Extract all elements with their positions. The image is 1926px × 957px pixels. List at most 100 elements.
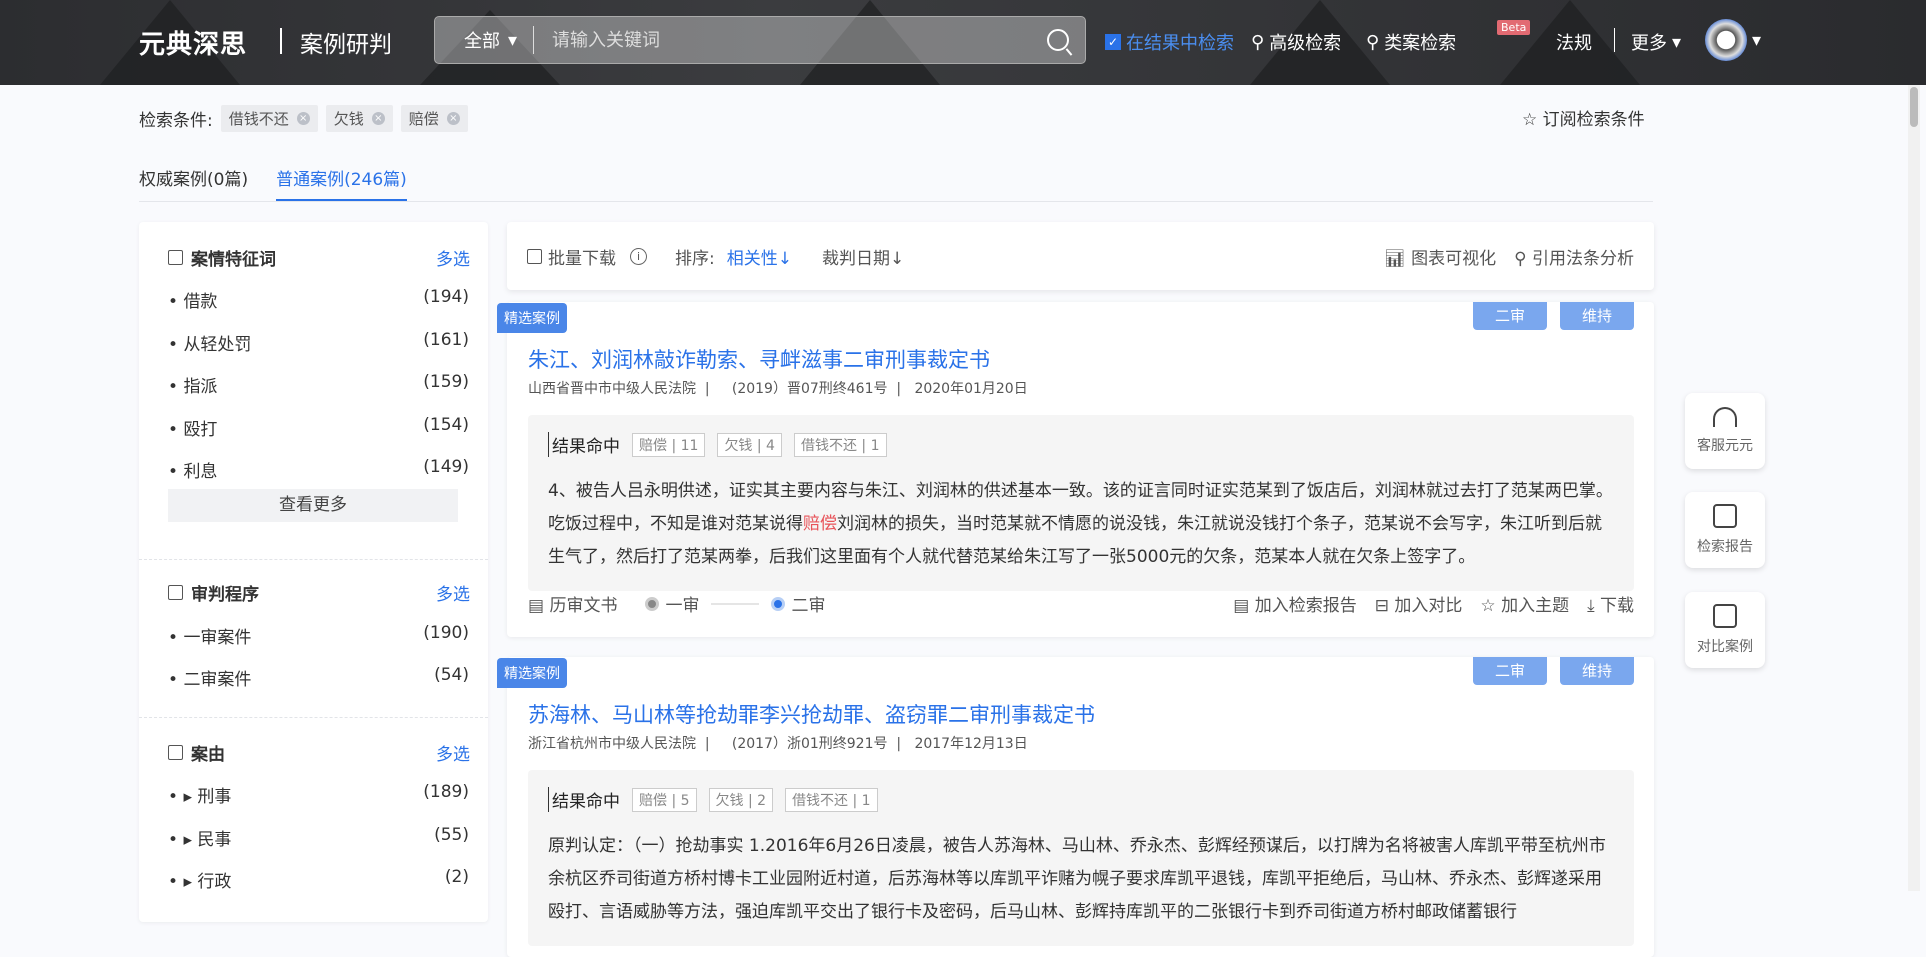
add-compare-button[interactable]: ⊟ 加入对比: [1375, 591, 1463, 616]
law-analysis-label: 引用法条分析: [1532, 248, 1634, 269]
trial-level-tag[interactable]: 二审: [1473, 302, 1547, 330]
advanced-search-link[interactable]: ⚲ 高级检索: [1251, 29, 1341, 55]
hit-label: 结果命中: [548, 432, 620, 457]
history-label: 历审文书: [549, 596, 618, 616]
logo[interactable]: 元典深思: [139, 24, 247, 61]
hit-tag[interactable]: 赔偿 | 5: [632, 787, 697, 812]
add-topic-button[interactable]: ☆ 加入主题: [1480, 591, 1569, 616]
search-report-button[interactable]: 检索报告: [1685, 492, 1765, 568]
case-title-link[interactable]: 朱江、刘润林敲诈勒索、寻衅滋事二审刑事裁定书: [528, 344, 990, 374]
similar-search-icon: ⚲: [1366, 31, 1380, 53]
item-count: (194): [423, 287, 469, 307]
filter-item[interactable]: 一审案件 (190): [168, 623, 469, 648]
star-icon: ☆: [1480, 596, 1502, 616]
procedure-icon: [168, 585, 183, 600]
remove-icon[interactable]: ×: [296, 112, 310, 125]
caret-down-icon: ▾: [508, 29, 518, 51]
caret-down-icon: ▾: [1672, 31, 1682, 53]
hit-tag[interactable]: 借钱不还 | 1: [785, 787, 878, 812]
compare-cases-button[interactable]: 对比案例: [1685, 592, 1765, 668]
headset-icon: [1713, 407, 1737, 427]
checkbox-icon: [527, 248, 542, 264]
trial-second-radio[interactable]: 二审: [771, 591, 825, 616]
in-results-label: 在结果中检索: [1126, 33, 1234, 54]
results-toolbar: 批量下载 i 排序: 相关性↓ 裁判日期↓ 📊︎ 图表可视化 ⚲ 引用法条分析: [507, 222, 1654, 290]
item-count: (55): [434, 825, 469, 845]
chart-visualize-button[interactable]: 📊︎ 图表可视化: [1384, 244, 1496, 269]
snippet-text: 原判认定：（一）抢劫事实 1.2016年6月26日凌晨，被告人苏海林、马山林、乔…: [548, 830, 1614, 929]
trial-level-tag[interactable]: 二审: [1473, 657, 1547, 685]
similar-case-link[interactable]: ⚲ 类案检索: [1366, 29, 1456, 55]
top-header: 元典深思 案例研判 全部▾ ✓在结果中检索 ⚲高级检索 ⚲类案检索 Beta 法…: [0, 0, 1926, 85]
tag-label: 欠钱: [333, 110, 364, 128]
multi-select-button[interactable]: 多选: [436, 580, 470, 605]
radio-icon: [645, 596, 660, 611]
trial-first-radio[interactable]: 一审: [645, 591, 699, 616]
sort-relevance[interactable]: 相关性↓: [727, 244, 792, 269]
item-count: (161): [423, 330, 469, 350]
result-tag[interactable]: 维持: [1560, 302, 1634, 330]
avatar[interactable]: [1705, 19, 1747, 61]
tab-authoritative[interactable]: 权威案例(0篇): [139, 165, 248, 201]
search-scope-dropdown[interactable]: 全部 ▾: [435, 26, 535, 54]
result-tag[interactable]: 维持: [1560, 657, 1634, 685]
multi-select-button[interactable]: 多选: [436, 245, 470, 270]
sort-date[interactable]: 裁判日期↓: [822, 244, 904, 269]
search-input[interactable]: [534, 29, 1047, 51]
hit-tag[interactable]: 赔偿 | 11: [632, 432, 706, 457]
filter-item[interactable]: 指派 (159): [168, 372, 469, 397]
more-label: 更多: [1631, 33, 1667, 54]
filter-item[interactable]: ▸ 刑事 (189): [168, 782, 469, 807]
in-results-checkbox[interactable]: ✓ 在结果中检索: [1105, 29, 1234, 55]
filter-item[interactable]: 二审案件 (54): [168, 665, 469, 690]
show-more-button[interactable]: 查看更多: [168, 489, 458, 522]
document-icon: ▤: [528, 596, 550, 616]
avatar-caret-icon[interactable]: ▾: [1752, 30, 1761, 51]
similar-case-label: 类案检索: [1384, 33, 1457, 54]
batch-download-button[interactable]: 批量下载: [527, 244, 616, 269]
hit-tag[interactable]: 欠钱 | 2: [708, 787, 774, 812]
divider: [139, 717, 488, 718]
scrollbar[interactable]: [1908, 85, 1920, 891]
scrollbar-thumb[interactable]: [1910, 87, 1918, 127]
filter-item[interactable]: 从轻处罚 (161): [168, 330, 469, 355]
law-analysis-button[interactable]: ⚲ 引用法条分析: [1514, 244, 1634, 269]
add-report-label: 加入检索报告: [1254, 596, 1357, 616]
download-icon: ⤓: [1587, 596, 1600, 616]
hit-label: 结果命中: [548, 787, 620, 812]
filter-item[interactable]: 殴打 (154): [168, 415, 469, 440]
law-link[interactable]: 法规: [1556, 29, 1592, 55]
hit-tag[interactable]: 欠钱 | 4: [717, 432, 782, 457]
filter-item[interactable]: ▸ 民事 (55): [168, 825, 469, 850]
section-title: 案情特征词: [191, 250, 276, 270]
hit-tag[interactable]: 借钱不还 | 1: [793, 432, 887, 457]
radio-icon: [771, 596, 786, 611]
add-report-button[interactable]: ▤ 加入检索报告: [1233, 591, 1356, 616]
more-menu[interactable]: 更多 ▾: [1631, 29, 1681, 55]
filter-item[interactable]: 利息 (149): [168, 457, 469, 482]
tab-ordinary[interactable]: 普通案例(246篇): [276, 165, 407, 201]
compare-icon: [1713, 604, 1737, 628]
download-button[interactable]: ⤓ 下载: [1587, 591, 1634, 616]
second-label: 二审: [791, 596, 826, 616]
info-icon[interactable]: i: [630, 247, 647, 265]
filter-item[interactable]: ▸ 行政 (2): [168, 867, 469, 892]
featured-badge: 精选案例: [497, 658, 567, 688]
case-title-link[interactable]: 苏海林、马山林等抢劫罪李兴抢劫罪、盗窃罪二审刑事裁定书: [528, 699, 1095, 729]
multi-select-button[interactable]: 多选: [436, 740, 470, 765]
timeline-line: [711, 602, 760, 605]
search-icon[interactable]: [1047, 29, 1069, 51]
case-card: 精选案例 二审 维持 朱江、刘润林敲诈勒索、寻衅滋事二审刑事裁定书 山西省晋中市…: [497, 302, 1654, 637]
item-label: 利息: [168, 457, 217, 482]
caret-right-icon: ▸: [168, 787, 197, 807]
filter-item[interactable]: 借款 (194): [168, 287, 469, 312]
hit-snippet: 结果命中 赔偿 | 11 欠钱 | 4 借钱不还 | 1 4、被告人吕永明供述，证实其…: [528, 415, 1634, 591]
customer-service-button[interactable]: 客服元元: [1685, 393, 1765, 469]
history-docs-button[interactable]: ▤ 历审文书: [528, 591, 617, 616]
product-name[interactable]: 案例研判: [300, 25, 392, 59]
remove-icon[interactable]: ×: [371, 112, 385, 125]
subscribe-button[interactable]: ☆ 订阅检索条件: [1522, 105, 1645, 130]
float-label: 对比案例: [1697, 639, 1753, 655]
item-count: (54): [434, 665, 469, 685]
remove-icon[interactable]: ×: [446, 112, 460, 125]
